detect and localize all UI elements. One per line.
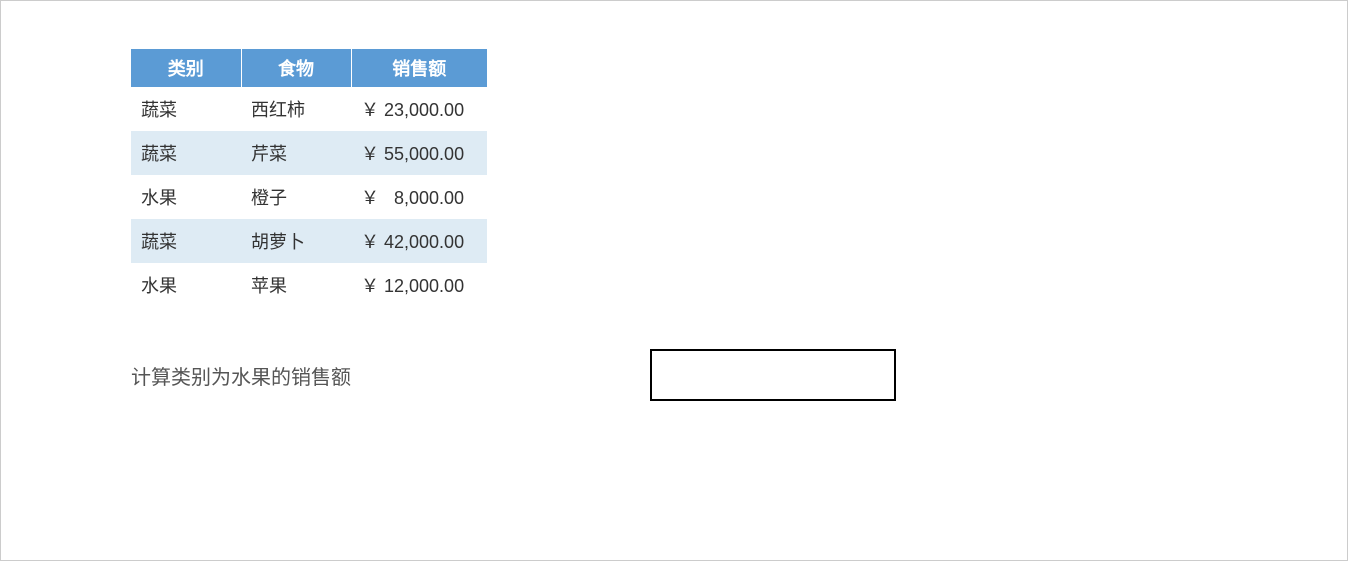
table-row: 水果 苹果 ￥ 12,000.00 (131, 263, 487, 307)
header-sales: 销售额 (351, 49, 487, 87)
table-row: 水果 橙子 ￥ 8,000.00 (131, 175, 487, 219)
cell-category: 蔬菜 (131, 87, 241, 131)
page-content: 类别 食物 销售额 蔬菜 西红柿 ￥ 23,000.00 蔬菜 芹菜 ￥ 55,… (1, 1, 1347, 401)
cell-category: 蔬菜 (131, 131, 241, 175)
cell-food: 苹果 (241, 263, 351, 307)
cell-category: 水果 (131, 263, 241, 307)
table-row: 蔬菜 胡萝卜 ￥ 42,000.00 (131, 219, 487, 263)
cell-sales: ￥ 55,000.00 (351, 131, 487, 175)
cell-category: 蔬菜 (131, 219, 241, 263)
header-category: 类别 (131, 49, 241, 87)
cell-sales: ￥ 23,000.00 (351, 87, 487, 131)
cell-sales: ￥ 12,000.00 (351, 263, 487, 307)
table-row: 蔬菜 芹菜 ￥ 55,000.00 (131, 131, 487, 175)
header-food: 食物 (241, 49, 351, 87)
answer-input[interactable] (650, 349, 896, 401)
sales-table: 类别 食物 销售额 蔬菜 西红柿 ￥ 23,000.00 蔬菜 芹菜 ￥ 55,… (131, 49, 487, 307)
cell-sales: ￥ 8,000.00 (351, 175, 487, 219)
table-row: 蔬菜 西红柿 ￥ 23,000.00 (131, 87, 487, 131)
cell-food: 芹菜 (241, 131, 351, 175)
cell-food: 胡萝卜 (241, 219, 351, 263)
cell-sales: ￥ 42,000.00 (351, 219, 487, 263)
cell-category: 水果 (131, 175, 241, 219)
cell-food: 橙子 (241, 175, 351, 219)
prompt-label: 计算类别为水果的销售额 (131, 361, 650, 390)
cell-food: 西红柿 (241, 87, 351, 131)
prompt-row: 计算类别为水果的销售额 (131, 349, 1347, 401)
table-header-row: 类别 食物 销售额 (131, 49, 487, 87)
